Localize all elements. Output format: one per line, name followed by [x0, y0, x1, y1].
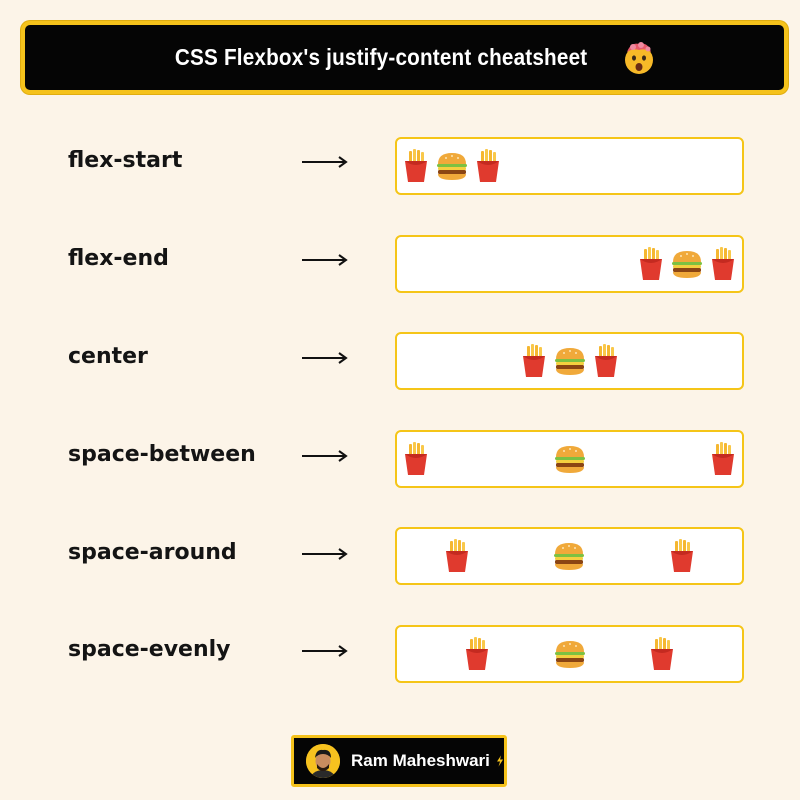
demo-box-space-around [395, 527, 744, 585]
fries-icon [474, 149, 502, 183]
row-label-flex-start: flex-start [68, 148, 183, 173]
demo-box-center [395, 332, 744, 390]
fries-icon [648, 637, 676, 671]
lightning-bolt-icon [496, 755, 503, 767]
row-label-flex-end: flex-end [68, 246, 169, 271]
burger-icon [553, 637, 587, 671]
fries-icon [463, 637, 491, 671]
fries-icon [668, 539, 696, 573]
arrow-right-icon [302, 352, 348, 364]
cheatsheet-rows: flex-start flex-end center space-between… [0, 0, 800, 800]
fries-icon [443, 539, 471, 573]
fries-icon [709, 442, 737, 476]
demo-box-flex-start [395, 137, 744, 195]
avatar [306, 744, 340, 778]
fries-icon [402, 442, 430, 476]
burger-icon [553, 344, 587, 378]
fries-icon [637, 247, 665, 281]
fries-icon [402, 149, 430, 183]
fries-icon [709, 247, 737, 281]
row-label-space-between: space-between [68, 442, 256, 467]
demo-box-space-between [395, 430, 744, 488]
arrow-right-icon [302, 548, 348, 560]
row-label-space-evenly: space-evenly [68, 637, 231, 662]
arrow-right-icon [302, 156, 348, 168]
author-name: Ram Maheshwari [351, 751, 490, 770]
demo-box-space-evenly [395, 625, 744, 683]
row-label-center: center [68, 344, 148, 369]
burger-icon [435, 149, 469, 183]
arrow-right-icon [302, 645, 348, 657]
arrow-right-icon [302, 450, 348, 462]
author-badge[interactable]: Ram Maheshwari [291, 735, 507, 787]
burger-icon [553, 442, 587, 476]
demo-box-flex-end [395, 235, 744, 293]
burger-icon [552, 539, 586, 573]
row-label-space-around: space-around [68, 540, 237, 565]
arrow-right-icon [302, 254, 348, 266]
fries-icon [592, 344, 620, 378]
burger-icon [670, 247, 704, 281]
fries-icon [520, 344, 548, 378]
